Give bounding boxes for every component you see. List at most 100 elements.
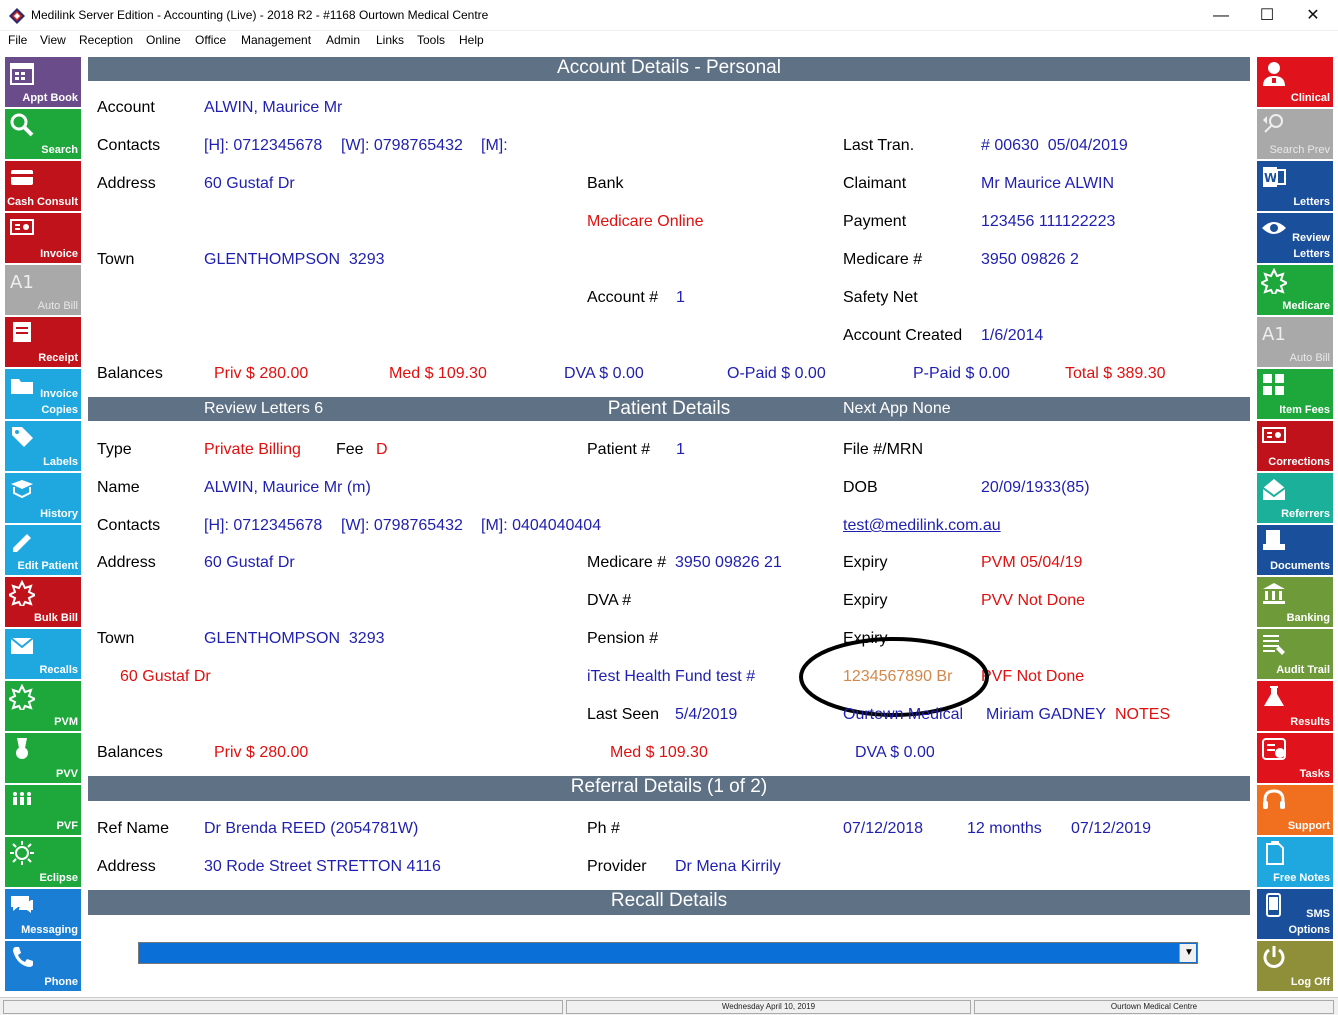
right-tile-review-letters[interactable]: Review Letters (1257, 213, 1333, 263)
menu-bar: File View Reception Online Office Manage… (0, 31, 1338, 51)
power-icon (1263, 946, 1285, 968)
account-created-value: 1/6/2014 (981, 327, 1044, 344)
left-tile-label: Cash Consult (7, 196, 78, 208)
close-button[interactable]: ✕ (1290, 0, 1336, 31)
right-tile-item-fees[interactable]: Item Fees (1257, 369, 1333, 419)
svg-text:A1: A1 (1262, 324, 1286, 345)
account-number-label: Account # (587, 289, 659, 306)
left-tile-search[interactable]: Search (5, 109, 81, 159)
left-tile-labels[interactable]: Labels (5, 421, 81, 471)
notes-link[interactable]: NOTES (1115, 705, 1170, 725)
left-tile-appt-book[interactable]: Appt Book (5, 57, 81, 107)
pencil-icon (13, 534, 31, 552)
patient-contact-home: [H]: 0712345678 (204, 517, 323, 534)
account-contact-home: [H]: 0712345678 (204, 137, 323, 154)
left-tile-label: Appt Book (22, 92, 78, 104)
patient-dva-balance: DVA $ 0.00 (855, 744, 935, 761)
recall-select[interactable]: ▼ (138, 942, 1198, 964)
eye-icon (1262, 222, 1286, 234)
right-tile-label: Log Off (1290, 976, 1330, 988)
right-tile-log-off[interactable]: Log Off (1257, 941, 1333, 991)
right-tile-banking[interactable]: Banking (1257, 577, 1333, 627)
right-tile-audit-trail[interactable]: Audit Trail (1257, 629, 1333, 679)
referral-details-title[interactable]: Referral Details (1 of 2) (88, 776, 1250, 798)
left-tile-cash-consult[interactable]: Cash Consult (5, 161, 81, 211)
left-tile-bulk-bill[interactable]: Bulk Bill (5, 577, 81, 627)
health-fund-label[interactable]: iTest Health Fund test # (587, 667, 755, 687)
dob-label: DOB (843, 479, 878, 496)
last-tran-value[interactable]: # 00630 05/04/2019 (981, 136, 1128, 156)
account-label: Account (97, 99, 155, 116)
right-tile-medicare[interactable]: Medicare (1257, 265, 1333, 315)
menu-reception[interactable]: Reception (79, 33, 133, 47)
chevron-down-icon: ▼ (1184, 947, 1194, 958)
folder-icon (11, 379, 33, 394)
right-tile-documents[interactable]: Documents (1257, 525, 1333, 575)
right-tile-referrers[interactable]: Referrers (1257, 473, 1333, 523)
patient-address-label: Address (97, 554, 156, 571)
left-tile-recalls[interactable]: Recalls (5, 629, 81, 679)
recall-dropdown-button[interactable]: ▼ (1179, 944, 1196, 962)
patient-contact-work: [W]: 0798765432 (341, 517, 463, 534)
bank-label: Bank (587, 175, 624, 192)
right-tile-label: SMS Options (1288, 908, 1330, 936)
menu-help[interactable]: Help (459, 33, 484, 47)
medicare-star-icon (9, 580, 35, 606)
right-tile-support[interactable]: Support (1257, 785, 1333, 835)
maximize-button[interactable]: ☐ (1244, 0, 1290, 31)
account-created-label: Account Created (843, 327, 963, 344)
ref-name-label: Ref Name (97, 820, 170, 837)
right-tile-tasks[interactable]: Tasks (1257, 733, 1333, 783)
right-tile-letters[interactable]: W Letters (1257, 161, 1333, 211)
account-dva-balance: DVA $ 0.00 (564, 365, 644, 382)
right-tile-auto-bill[interactable]: A1 Auto Bill (1257, 317, 1333, 367)
dva-label: DVA # (587, 592, 632, 609)
left-tile-invoice[interactable]: Invoice (5, 213, 81, 263)
pvv-status: PVV Not Done (981, 592, 1086, 609)
right-tile-results[interactable]: Results (1257, 681, 1333, 731)
account-address: 60 Gustaf Dr (204, 175, 295, 192)
menu-management[interactable]: Management (241, 33, 311, 47)
left-tile-invoice-copies[interactable]: Invoice Copies (5, 369, 81, 419)
right-tile-label: Banking (1286, 612, 1330, 624)
right-tile-free-notes[interactable]: Free Notes (1257, 837, 1333, 887)
book-icon (11, 480, 33, 499)
menu-admin[interactable]: Admin (326, 33, 360, 47)
account-name[interactable]: ALWIN, Maurice Mr (204, 98, 342, 118)
menu-office[interactable]: Office (195, 33, 226, 47)
left-tile-history[interactable]: History (5, 473, 81, 523)
account-med-balance: Med $ 109.30 (389, 365, 487, 382)
left-tile-pvf[interactable]: PVF (5, 785, 81, 835)
menu-links[interactable]: Links (376, 33, 404, 47)
left-tile-messaging[interactable]: Messaging (5, 889, 81, 939)
payment-label: Payment (843, 213, 907, 230)
safety-net-label: Safety Net (843, 289, 918, 306)
patient-email-link[interactable]: test@medilink.com.au (843, 516, 1001, 536)
left-tile-phone[interactable]: Phone (5, 941, 81, 991)
right-tile-clinical[interactable]: Clinical (1257, 57, 1333, 107)
left-tile-label: Phone (44, 976, 78, 988)
account-town: GLENTHOMPSON 3293 (204, 251, 385, 268)
medicare-online-link[interactable]: Medicare Online (587, 212, 704, 232)
menu-tools[interactable]: Tools (417, 33, 445, 47)
left-tile-edit-patient[interactable]: Edit Patient (5, 525, 81, 575)
left-tile-auto-bill[interactable]: A1 Auto Bill (5, 265, 81, 315)
menu-online[interactable]: Online (146, 33, 181, 47)
minimize-button[interactable]: — (1198, 0, 1244, 31)
left-tile-eclipse[interactable]: Eclipse (5, 837, 81, 887)
menu-file[interactable]: File (8, 33, 27, 47)
ref-name-value[interactable]: Dr Brenda REED (2054781W) (204, 819, 418, 839)
patient-name[interactable]: ALWIN, Maurice Mr (m) (204, 478, 371, 498)
window-title: Medilink Server Edition - Accounting (Li… (31, 8, 489, 22)
right-tile-label: Medicare (1282, 300, 1330, 312)
title-bar: Medilink Server Edition - Accounting (Li… (0, 0, 1338, 31)
menu-view[interactable]: View (40, 33, 66, 47)
left-tile-pvm[interactable]: PVM (5, 681, 81, 731)
fee-label: Fee (336, 441, 364, 458)
main-panel: Account Details - Personal Account ALWIN… (88, 57, 1250, 992)
left-tile-pvv[interactable]: PVV (5, 733, 81, 783)
right-tile-search-prev[interactable]: Search Prev (1257, 109, 1333, 159)
right-tile-corrections[interactable]: Corrections (1257, 421, 1333, 471)
left-tile-receipt[interactable]: Receipt (5, 317, 81, 367)
right-tile-sms-options[interactable]: SMS Options (1257, 889, 1333, 939)
